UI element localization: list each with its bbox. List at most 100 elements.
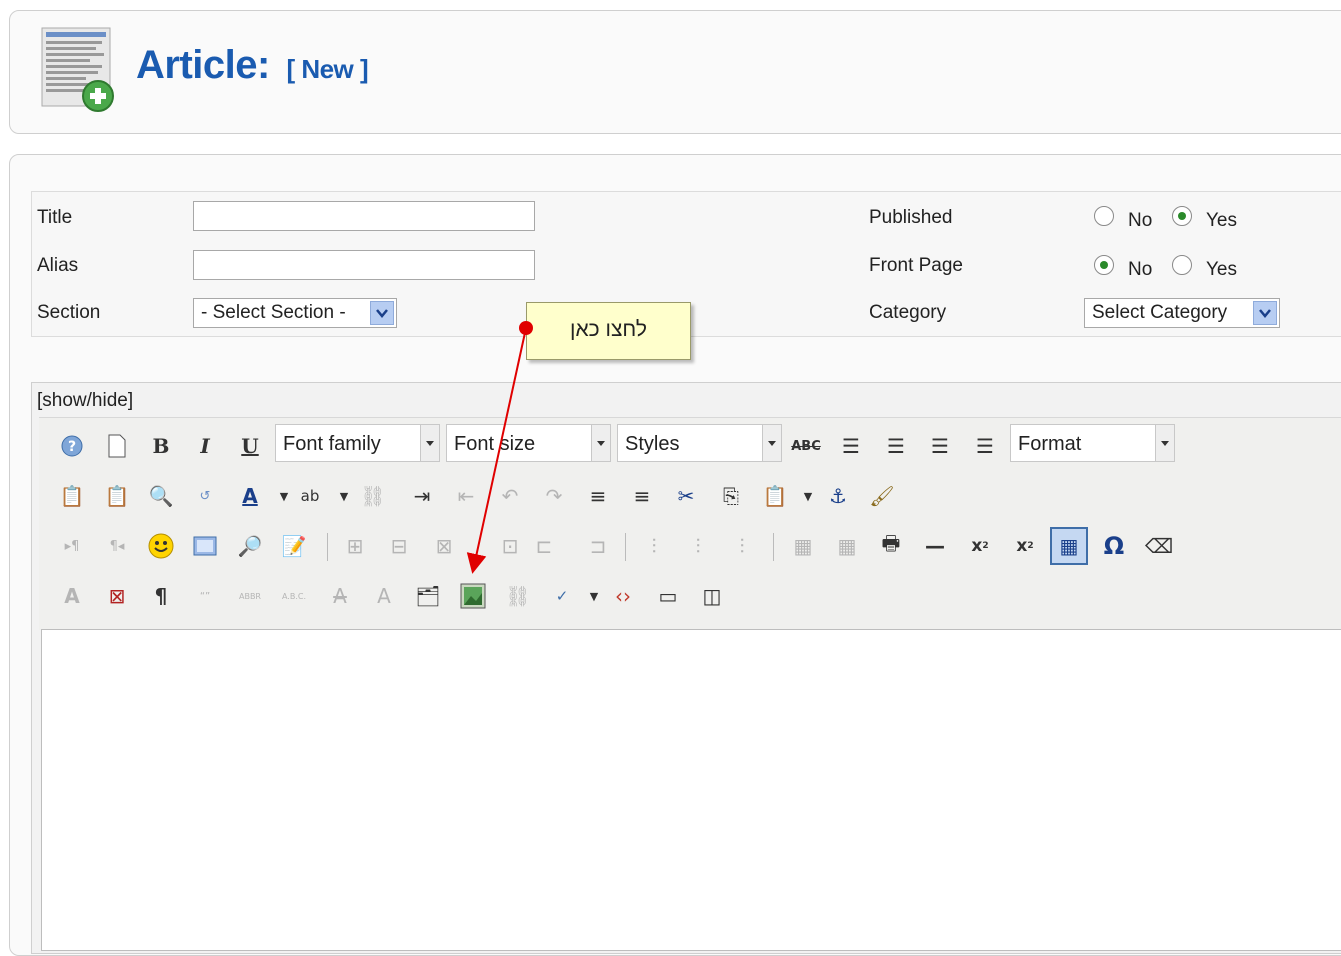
table-delete-row-icon[interactable]: ⊠	[431, 533, 457, 559]
section-label: Section	[37, 302, 101, 323]
special-char-icon[interactable]: Ω	[1101, 532, 1127, 560]
table-col-after-icon[interactable]: ⫶	[685, 533, 711, 559]
category-label: Category	[869, 302, 947, 323]
text-color-dropdown-icon[interactable]: ▼	[271, 483, 297, 509]
table-cell-icon[interactable]: ▦	[834, 533, 860, 559]
indent-icon[interactable]: ⇥	[409, 483, 435, 509]
editor-content-area[interactable]	[41, 629, 1341, 951]
published-label: Published	[869, 207, 953, 228]
spellcheck-icon[interactable]: ✓	[549, 583, 575, 609]
frontpage-yes-label: Yes	[1206, 259, 1237, 280]
smiley-icon[interactable]	[148, 533, 174, 559]
abbr-icon[interactable]: ABBR	[237, 583, 263, 609]
preview-icon[interactable]: 🔎	[237, 533, 263, 559]
frontpage-no-label: No	[1128, 259, 1153, 280]
align-left-icon[interactable]: ☰	[927, 433, 953, 459]
horizontal-rule-icon[interactable]: —	[922, 533, 948, 559]
published-no-radio[interactable]	[1094, 206, 1114, 226]
pilcrow-icon[interactable]: ¶	[148, 583, 174, 609]
anchor-icon[interactable]: ⚓	[825, 483, 851, 509]
find-icon[interactable]: 🔍	[148, 483, 174, 509]
category-select[interactable]: Select Category	[1084, 298, 1280, 328]
published-no-label: No	[1128, 210, 1153, 231]
styles-select[interactable]: Styles	[617, 424, 782, 462]
non-breaking-icon[interactable]: ⊠	[104, 583, 130, 609]
ins-icon[interactable]: A	[371, 583, 397, 609]
new-article-icon	[41, 27, 114, 112]
ltr-icon[interactable]: ▸¶	[59, 533, 85, 559]
section-select-value: - Select Section -	[201, 302, 346, 323]
dropdown-arrow-icon	[420, 425, 439, 461]
cite-icon[interactable]: “”	[192, 583, 218, 609]
align-center-icon[interactable]: ☰	[883, 433, 909, 459]
copy-icon[interactable]: ⎘	[718, 483, 744, 509]
paste-text-icon[interactable]: 📋	[104, 483, 130, 509]
bullet-list-icon[interactable]: ≡	[629, 483, 655, 509]
spellcheck-dropdown-icon[interactable]: ▼	[581, 583, 607, 609]
table-col-before-icon[interactable]: ⫶	[641, 533, 667, 559]
redo-icon[interactable]: ↷	[541, 483, 567, 509]
underline-icon[interactable]: U	[237, 433, 263, 459]
frontpage-no-radio[interactable]	[1094, 255, 1114, 275]
paste-icon[interactable]: 📋	[762, 483, 788, 509]
numbered-list-icon[interactable]: ≡	[585, 483, 611, 509]
fullscreen-icon[interactable]: ▭	[655, 583, 681, 609]
table-props-icon[interactable]: ⊐	[585, 533, 611, 559]
acronym-icon[interactable]: A.B.C.	[281, 583, 307, 609]
font-size-value: Font size	[454, 433, 536, 455]
eraser-icon[interactable]: ⌫	[1145, 533, 1173, 559]
italic-icon[interactable]: I	[192, 433, 218, 459]
outdent-icon[interactable]: ⇤	[453, 483, 479, 509]
cleanup-icon[interactable]: 🖌	[869, 483, 895, 509]
visual-aid-icon[interactable]: ▦	[1050, 527, 1088, 565]
edit-icon[interactable]: 📝	[281, 533, 307, 559]
toolbar-separator	[327, 533, 328, 561]
subscript-icon[interactable]: x2	[967, 533, 993, 559]
cut-icon[interactable]: ✂	[673, 483, 699, 509]
html-source-icon[interactable]: ‹›	[610, 583, 636, 609]
toolbar-separator	[625, 533, 626, 561]
table-icon[interactable]: ▦	[790, 533, 816, 559]
bold-icon[interactable]: B	[148, 433, 174, 459]
table-delete-col-icon[interactable]: ⫶	[729, 533, 755, 559]
media-icon[interactable]	[192, 533, 218, 559]
section-select[interactable]: - Select Section -	[193, 298, 397, 328]
table-row-before-icon[interactable]: ⊞	[342, 533, 368, 559]
table-merge-icon[interactable]: ⊡	[497, 533, 523, 559]
callout-text: לחצו כאן	[570, 318, 647, 341]
new-document-icon[interactable]	[104, 433, 130, 459]
template-icon[interactable]: ◫	[699, 583, 725, 609]
del-icon[interactable]: A	[327, 583, 353, 609]
highlight-color-icon[interactable]: ab	[297, 483, 323, 509]
paste-dropdown-icon[interactable]: ▼	[795, 483, 821, 509]
font-family-select[interactable]: Font family	[275, 424, 440, 462]
format-select[interactable]: Format	[1010, 424, 1175, 462]
highlight-dropdown-icon[interactable]: ▼	[331, 483, 357, 509]
layer-icon[interactable]: 🗂	[415, 583, 441, 609]
show-hide-toggle[interactable]: [show/hide]	[37, 390, 133, 412]
title-input[interactable]	[193, 201, 535, 231]
paste-word-icon[interactable]: 📋	[59, 483, 85, 509]
image-icon[interactable]	[460, 583, 486, 609]
font-size-select[interactable]: Font size	[446, 424, 611, 462]
strikethrough-icon[interactable]: ABC	[791, 433, 821, 459]
table-row-after-icon[interactable]: ⊟	[386, 533, 412, 559]
align-justify-icon[interactable]: ☰	[838, 433, 864, 459]
frontpage-yes-radio[interactable]	[1172, 255, 1192, 275]
link-icon[interactable]: ⛓	[505, 583, 531, 609]
help-icon[interactable]: ?	[59, 433, 85, 459]
print-icon[interactable]: 🖶	[878, 531, 904, 559]
table-split-icon[interactable]: ⊏	[531, 533, 557, 559]
published-yes-radio[interactable]	[1172, 206, 1192, 226]
undo-icon[interactable]: ↶	[497, 483, 523, 509]
unlink-icon[interactable]: ⛓	[360, 483, 386, 509]
align-right-icon[interactable]: ☰	[972, 433, 998, 459]
title-label: Title	[37, 207, 73, 228]
replace-icon[interactable]: ↺	[192, 483, 218, 509]
styleprops-icon[interactable]: A	[59, 583, 85, 609]
text-color-icon[interactable]: A	[237, 483, 263, 509]
alias-input[interactable]	[193, 250, 535, 280]
superscript-icon[interactable]: x2	[1012, 533, 1038, 559]
alias-label: Alias	[37, 255, 79, 276]
rtl-icon[interactable]: ¶◂	[104, 533, 130, 559]
